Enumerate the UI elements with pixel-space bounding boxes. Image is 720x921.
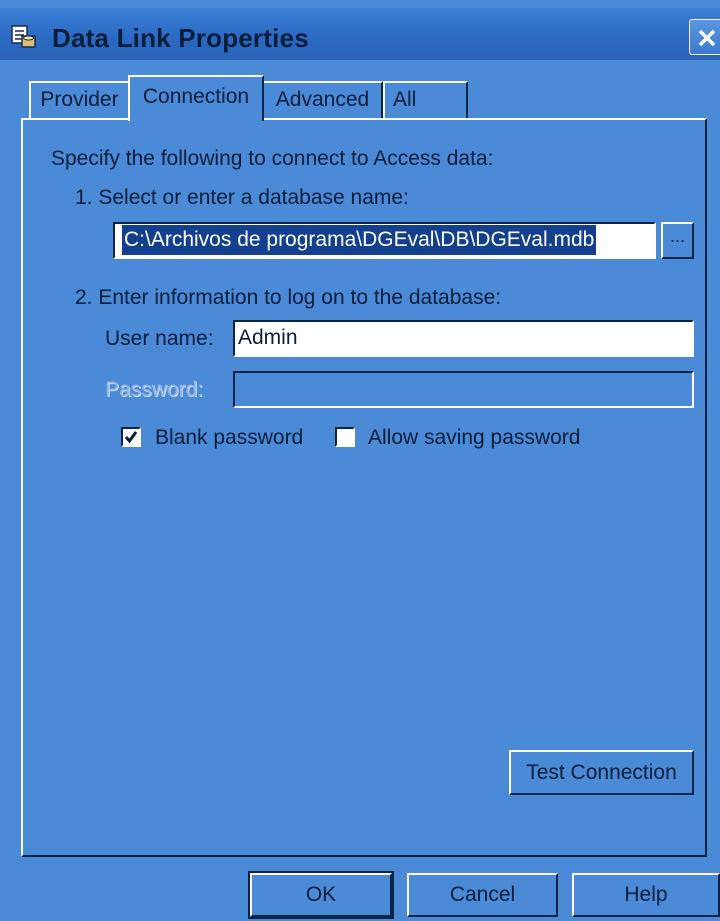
allow-saving-password-checkbox[interactable] [335,427,355,447]
blank-password-checkbox[interactable] [121,427,141,447]
tab-advanced[interactable]: Advanced [262,81,383,119]
browse-button[interactable]: ... [661,222,694,259]
allow-saving-password-label: Allow saving password [368,426,581,449]
help-button[interactable]: Help [572,873,720,917]
password-field[interactable] [233,371,694,408]
step1-label: 1. Select or enter a database name: [75,186,409,209]
username-label: User name: [105,327,214,350]
tab-connection[interactable]: Connection [128,75,264,121]
username-field[interactable]: Admin [233,320,694,357]
checkmark-icon [124,431,138,444]
data-link-properties-window: Data Link Properties Provider Connection… [0,0,720,921]
title-bar[interactable]: Data Link Properties [0,8,720,60]
intro-text: Specify the following to connect to Acce… [51,147,494,170]
tab-provider[interactable]: Provider [29,81,130,119]
window-title: Data Link Properties [52,23,309,53]
test-connection-button[interactable]: Test Connection [509,750,694,795]
database-path-value: C:\Archivos de programa\DGEval\DB\DGEval… [122,225,597,255]
close-button[interactable] [689,19,720,55]
close-icon [698,29,716,47]
blank-password-label: Blank password [155,426,304,449]
cancel-button[interactable]: Cancel [407,873,558,917]
step2-label: 2. Enter information to log on to the da… [75,286,502,309]
password-label: Password: [105,378,204,401]
tab-all[interactable]: All [383,81,468,119]
ok-button[interactable]: OK [248,871,394,919]
database-name-field[interactable]: C:\Archivos de programa\DGEval\DB\DGEval… [113,222,656,259]
data-link-icon [11,25,37,49]
